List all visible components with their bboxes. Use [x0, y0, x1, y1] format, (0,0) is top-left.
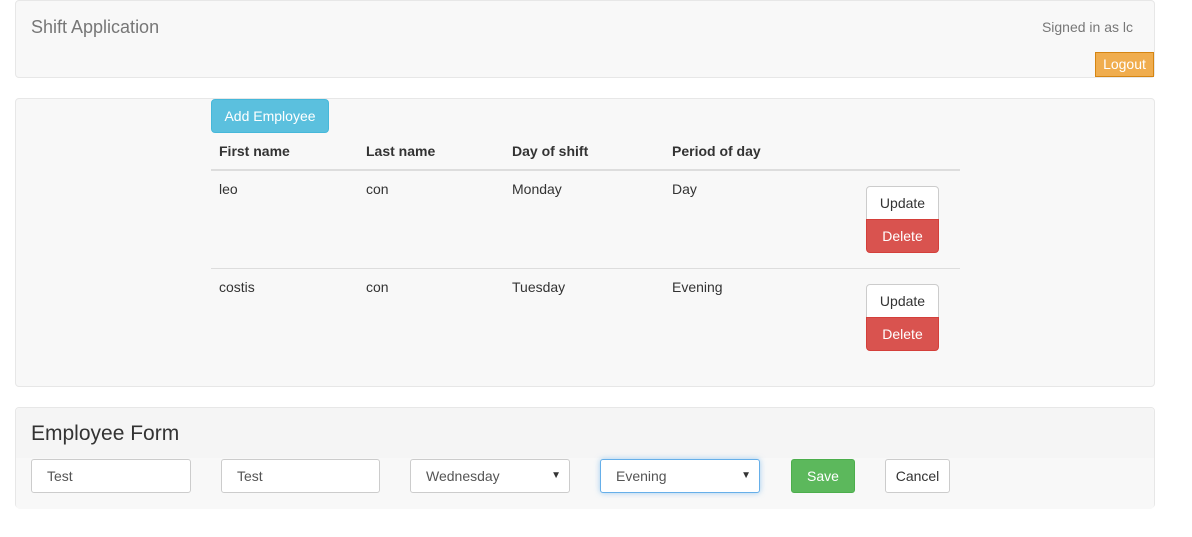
- delete-button[interactable]: Delete: [866, 219, 939, 253]
- column-header-period-of-day: Period of day: [672, 143, 761, 159]
- first-name-input[interactable]: Test: [31, 459, 191, 493]
- cell-first-name: leo: [219, 181, 238, 197]
- cell-day-of-shift: Monday: [512, 181, 562, 197]
- chevron-down-icon: ▼: [551, 470, 561, 481]
- cell-day-of-shift: Tuesday: [512, 279, 566, 295]
- update-button[interactable]: Update: [866, 186, 939, 220]
- column-header-day-of-shift: Day of shift: [512, 143, 589, 159]
- employee-list-panel: Add Employee First name Last name Day of…: [15, 98, 1155, 387]
- table-row: leo con Monday Day Update Delete: [211, 171, 960, 269]
- cell-period-of-day: Evening: [672, 279, 723, 295]
- form-title: Employee Form: [31, 422, 180, 445]
- save-button[interactable]: Save: [791, 459, 855, 493]
- period-of-day-select[interactable]: Evening ▼: [600, 459, 760, 493]
- delete-button[interactable]: Delete: [866, 317, 939, 351]
- add-employee-button[interactable]: Add Employee: [211, 99, 329, 133]
- update-button[interactable]: Update: [866, 284, 939, 318]
- cancel-button[interactable]: Cancel: [885, 459, 950, 493]
- logout-button[interactable]: Logout: [1095, 52, 1154, 77]
- chevron-down-icon: ▼: [741, 470, 751, 481]
- cell-period-of-day: Day: [672, 181, 697, 197]
- cell-first-name: costis: [219, 279, 255, 295]
- period-of-day-selected: Evening: [616, 468, 667, 484]
- navbar: Shift Application Signed in as lc Logout: [15, 0, 1155, 78]
- cell-last-name: con: [366, 181, 389, 197]
- column-header-first-name: First name: [219, 143, 290, 159]
- employee-form-panel: Employee Form Test Test Wednesday ▼ Even…: [15, 407, 1155, 509]
- day-of-shift-select[interactable]: Wednesday ▼: [410, 459, 570, 493]
- app-brand[interactable]: Shift Application: [31, 17, 159, 38]
- last-name-value: Test: [237, 468, 263, 484]
- signed-in-text: Signed in as lc: [1041, 19, 1133, 35]
- table-row: costis con Tuesday Evening Update Delete: [211, 269, 960, 367]
- first-name-value: Test: [47, 468, 73, 484]
- column-header-last-name: Last name: [366, 143, 436, 159]
- day-of-shift-selected: Wednesday: [426, 468, 500, 484]
- form-heading: Employee Form: [16, 408, 1154, 459]
- cell-last-name: con: [366, 279, 389, 295]
- last-name-input[interactable]: Test: [221, 459, 380, 493]
